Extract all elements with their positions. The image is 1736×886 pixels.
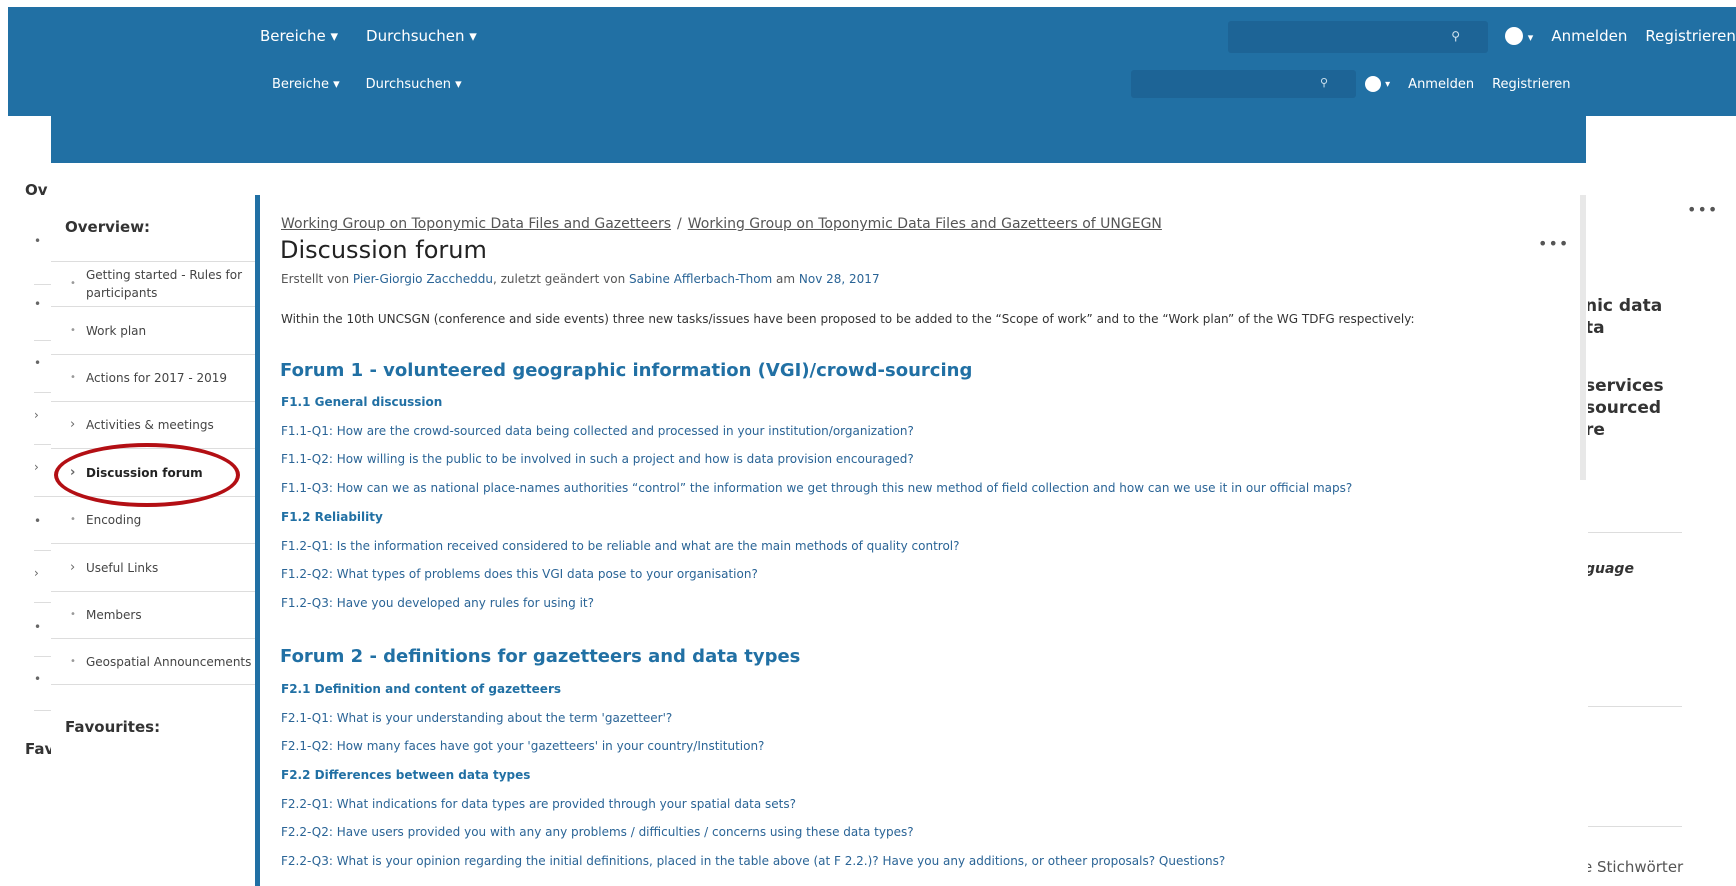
bullet-icon: • [70,324,76,336]
question-link[interactable]: F2.1-Q1: What is your understanding abou… [281,711,672,725]
sidebar-item-getting-started[interactable]: • Getting started - Rules for participan… [51,261,255,306]
outer-right-fragment: nic data [1585,296,1663,316]
sidebar-item-label: Work plan [86,323,147,338]
outer-register-link[interactable]: Registrieren [1645,27,1736,45]
search-input[interactable]: ⚲ [1131,70,1356,98]
question-link[interactable]: F1.1-Q2: How willing is the public to be… [281,452,914,466]
forum-subheading: F1.1 General discussion [281,395,443,409]
sidebar-item-actions[interactable]: • Actions for 2017 - 2019 [51,354,255,401]
outer-search-input[interactable]: ⚲ [1228,21,1488,53]
forum-subheading: F2.1 Definition and content of gazetteer… [281,682,562,696]
breadcrumb-link[interactable]: Working Group on Toponymic Data Files an… [688,216,1162,232]
sidebar-item-label: Members [86,608,142,622]
outer-right-fragment: guage [1585,561,1634,577]
outer-login-link[interactable]: Anmelden [1551,27,1627,45]
page-metadata: Erstellt von Pier-Giorgio Zaccheddu, zul… [281,272,880,286]
sidebar-item-members[interactable]: • Members [51,591,255,638]
sidebar-item-activities[interactable]: › Activities & meetings [51,401,255,448]
bullet-icon: • [70,655,76,667]
outer-nav-durchsuchen[interactable]: Durchsuchen ▾ [366,27,477,45]
chevron-right-icon[interactable]: › [70,416,86,434]
more-actions-icon[interactable]: ••• [1538,234,1569,253]
sidebar-item-useful-links[interactable]: › Useful Links [51,543,255,591]
scrollbar[interactable] [1580,195,1586,480]
question-link[interactable]: F2.2-Q3: What is your opinion regarding … [281,854,1225,868]
sidebar-item-geospatial-announcements[interactable]: • Geospatial Announcements [51,638,255,685]
outer-divider [1580,706,1682,707]
breadcrumb: Working Group on Toponymic Data Files an… [281,216,1162,232]
outer-keywords-fragment: e Stichwörter [1583,858,1684,876]
outer-more-icon[interactable]: ••• [1687,200,1718,219]
question-link[interactable]: F2.2-Q2: Have users provided you with an… [281,825,914,839]
question-link[interactable]: F2.2-Q1: What indications for data types… [281,797,796,811]
sidebar-item-label: Activities & meetings [86,418,214,432]
highlight-annotation [54,443,240,507]
bullet-icon: • [70,278,76,289]
outer-right-fragment: services [1585,376,1664,396]
question-link[interactable]: F1.2-Q2: What types of problems does thi… [281,567,758,581]
outer-overview-heading: Ov [25,181,48,199]
help-menu[interactable]: ? ▾ [1365,76,1390,92]
sidebar-item-label: Geospatial Announcements [86,654,252,669]
search-icon[interactable]: ⚲ [1320,76,1328,89]
question-link[interactable]: F2.1-Q2: How many faces have got your 'g… [281,739,764,753]
sidebar-item-label: Encoding [86,513,142,527]
meta-date-prefix: am [772,272,799,286]
sidebar-overview-heading: Overview: [65,218,151,236]
meta-created-prefix: Erstellt von [281,272,353,286]
bullet-icon: • [70,609,76,620]
creator-link[interactable]: Pier-Giorgio Zaccheddu [353,272,493,286]
help-icon: ? [1365,76,1381,92]
outer-right-fragment: sourced [1585,398,1662,418]
sidebar-item-work-plan[interactable]: • Work plan [51,306,255,354]
nav-durchsuchen[interactable]: Durchsuchen ▾ [366,77,462,92]
meta-changed-prefix: , zuletzt geändert von [492,272,629,286]
forum-subheading: F2.2 Differences between data types [281,768,531,782]
chevron-down-icon: ▾ [1385,79,1391,90]
bullet-icon: • [70,514,76,525]
register-link[interactable]: Registrieren [1492,77,1570,92]
outer-divider [1580,826,1682,827]
bullet-icon: • [70,372,76,383]
sidebar-item-label: Actions for 2017 - 2019 [86,371,227,385]
user-menu: ? ▾ Anmelden Registrieren [1365,76,1571,92]
forum-title: Forum 1 - volunteered geographic informa… [280,360,973,381]
chevron-down-icon: ▾ [1527,31,1534,44]
outer-divider [1580,532,1682,533]
sidebar-item-label: Useful Links [86,560,159,575]
intro-paragraph: Within the 10th UNCSGN (conference and s… [281,312,1415,326]
outer-user-menu: ? ▾ Anmelden Registrieren [1505,27,1736,45]
forum-subheading: F1.2 Reliability [281,510,383,524]
page-title: Discussion forum [280,236,487,264]
sidebar-favourites-heading: Favourites: [65,718,161,736]
page-header: Bereiche ▾ Durchsuchen ▾ ⚲ ? ▾ Anmelden … [51,68,1586,163]
outer-nav-bereiche[interactable]: Bereiche ▾ [260,27,338,45]
main-nav: Bereiche ▾ Durchsuchen ▾ [272,77,462,92]
breadcrumb-link[interactable]: Working Group on Toponymic Data Files an… [281,216,671,232]
outer-help-menu[interactable]: ? ▾ [1505,27,1533,45]
login-link[interactable]: Anmelden [1408,77,1474,92]
question-link[interactable]: F1.1-Q3: How can we as national place-na… [281,481,1352,495]
help-icon: ? [1505,27,1523,45]
nav-bereiche[interactable]: Bereiche ▾ [272,77,340,92]
editor-link[interactable]: Sabine Afflerbach-Thom [629,272,772,286]
outer-nav: Bereiche ▾ Durchsuchen ▾ [260,27,477,45]
outer-favourites-heading: Fav [25,740,55,758]
question-link[interactable]: F1.2-Q1: Is the information received con… [281,539,960,553]
sidebar-item-label: Getting started - Rules for participants [86,268,243,300]
breadcrumb-separator: / [677,216,682,232]
question-link[interactable]: F1.2-Q3: Have you developed any rules fo… [281,596,594,610]
date-link[interactable]: Nov 28, 2017 [799,272,880,286]
sidebar: Overview: • Getting started - Rules for … [51,163,255,886]
search-icon[interactable]: ⚲ [1451,29,1460,43]
forum-title: Forum 2 - definitions for gazetteers and… [280,646,801,667]
question-link[interactable]: F1.1-Q1: How are the crowd-sourced data … [281,424,914,438]
chevron-right-icon[interactable]: › [70,559,86,577]
